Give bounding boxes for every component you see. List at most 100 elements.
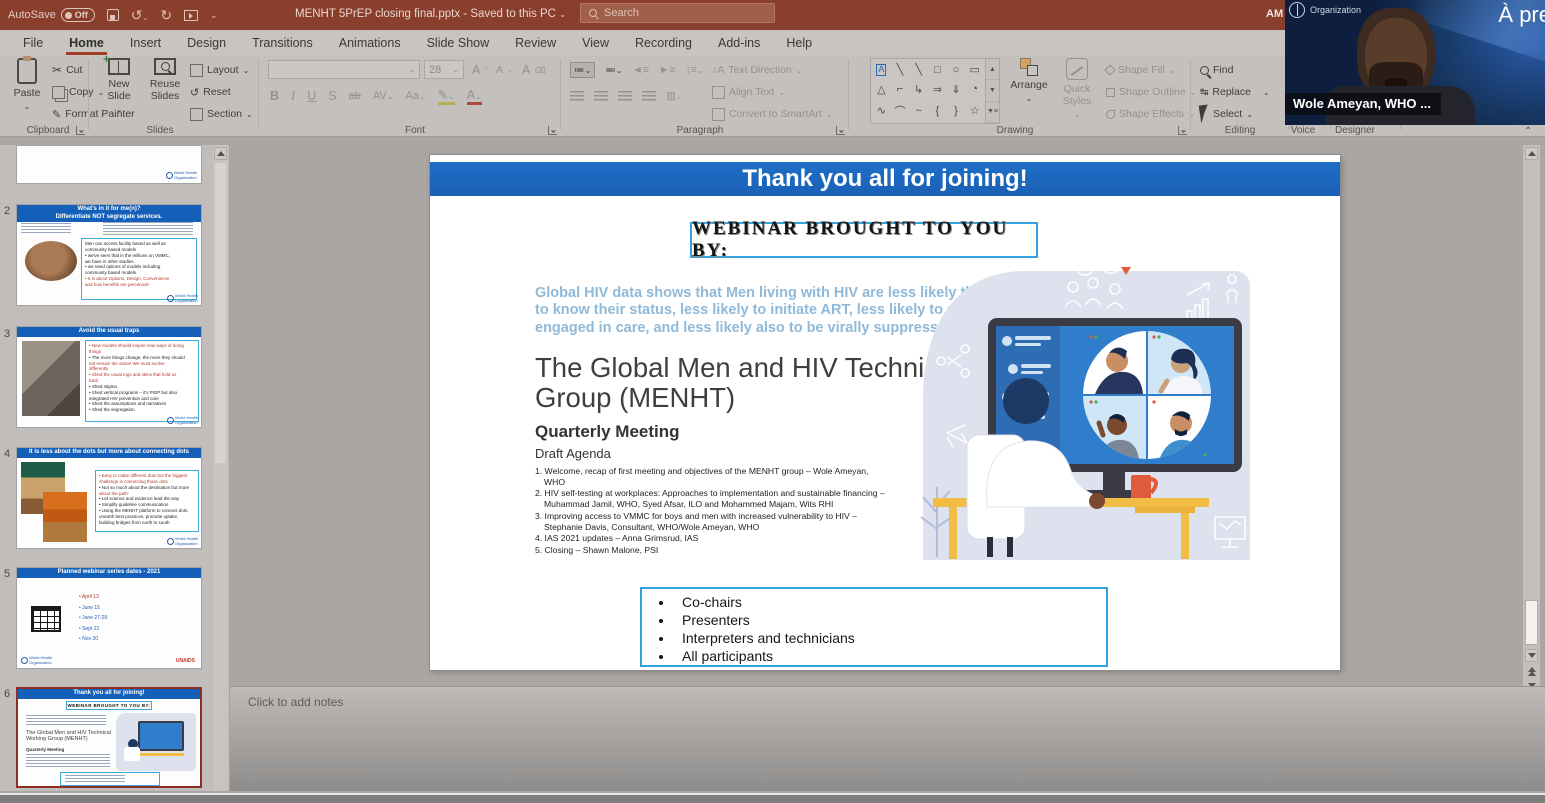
slide-number: 6 xyxy=(4,688,10,700)
save-icon[interactable] xyxy=(107,9,119,21)
change-case-button[interactable]: Aa⌄ xyxy=(405,90,425,102)
undo-icon[interactable]: ↺⌄ xyxy=(131,8,149,22)
shapes-gallery[interactable]: A ╲╲□○▭ △⌐↳⇒⇓◔ ∿⌒~{}☆ xyxy=(870,58,986,124)
customize-qat-chevron-icon[interactable]: ⌄ xyxy=(210,11,218,20)
align-right-button[interactable] xyxy=(618,91,632,102)
scroll-down-button[interactable] xyxy=(1525,649,1538,662)
font-name-combo[interactable]: ⌄ xyxy=(268,60,420,79)
align-left-button[interactable] xyxy=(570,91,584,102)
section-button[interactable]: Section⌄ xyxy=(190,104,253,124)
who-logo: World HealthOrganization xyxy=(167,415,198,425)
autosave-toggle[interactable]: AutoSave Off xyxy=(8,8,95,22)
ribbon-tab[interactable]: Recording xyxy=(622,31,705,55)
italic-button[interactable]: I xyxy=(291,89,295,104)
ribbon-tab[interactable]: File xyxy=(10,31,56,55)
font-size-combo[interactable]: 28⌄ xyxy=(424,60,464,79)
find-icon xyxy=(1200,66,1209,75)
redo-icon[interactable]: ↻ xyxy=(160,8,172,22)
previous-slide-button[interactable] xyxy=(1525,665,1538,678)
columns-button[interactable]: ▥⌄ xyxy=(666,90,683,102)
thanks-item: Co-chairs xyxy=(674,593,1106,611)
ribbon-tab[interactable]: Review xyxy=(502,31,569,55)
ribbon-tab[interactable]: Transitions xyxy=(239,31,326,55)
slide-subheading: Quarterly Meeting xyxy=(535,422,680,442)
select-button[interactable]: Select⌄ xyxy=(1200,104,1253,124)
scroll-up-button[interactable] xyxy=(1525,147,1538,160)
ribbon-tab[interactable]: Design xyxy=(174,31,239,55)
shape-effects-button[interactable]: Shape Effects⌄ xyxy=(1106,104,1195,124)
thanks-box[interactable]: Co-chairsPresentersInterpreters and tech… xyxy=(640,587,1108,667)
start-presentation-icon[interactable] xyxy=(184,10,198,21)
thumbnail-panel-scrollbar[interactable] xyxy=(213,145,228,791)
slide-thumbnail-5[interactable]: Planned webinar series dates - 2021 • Ap… xyxy=(16,567,202,669)
reuse-slides-button[interactable]: Reuse Slides xyxy=(142,58,188,124)
convert-smartart-button[interactable]: Convert to SmartArt⌄ xyxy=(712,104,832,124)
webinar-box[interactable]: Webinar brought to you by: xyxy=(690,222,1038,258)
highlight-color-button[interactable]: ✎⌄ xyxy=(438,87,455,105)
increase-indent-button[interactable]: ►≡ xyxy=(659,64,676,76)
new-slide-button[interactable]: + New Slide⌄ xyxy=(96,58,142,124)
slide-thumbnail-3[interactable]: Avoid the usual traps • New models shoul… xyxy=(16,326,202,428)
agenda-list[interactable]: 1. Welcome, recap of first meeting and o… xyxy=(535,466,887,557)
search-input[interactable]: Search xyxy=(580,3,775,23)
slide-editing-canvas[interactable]: Thank you all for joining! Webinar broug… xyxy=(430,155,1340,670)
shapes-gallery-scroll[interactable]: ▲▼▼≡ xyxy=(986,58,1000,124)
cut-button[interactable]: ✂Cut xyxy=(52,60,82,80)
scrollbar-thumb[interactable] xyxy=(1525,600,1538,645)
character-spacing-button[interactable]: AV⌄ xyxy=(373,90,394,102)
font-color-button[interactable]: A⌄ xyxy=(467,88,482,105)
editor-vertical-scrollbar[interactable] xyxy=(1523,145,1540,686)
calendar-icon xyxy=(31,606,61,632)
ribbon-tab[interactable]: Animations xyxy=(326,31,414,55)
text-direction-button[interactable]: ↕AText Direction⌄ xyxy=(712,60,803,80)
clipboard-dialog-launcher[interactable] xyxy=(76,126,85,135)
line-spacing-button[interactable]: ↕≡⌄ xyxy=(685,64,703,76)
slide-thumbnail-2[interactable]: What's in it for me(n)?Differentiate NOT… xyxy=(16,204,202,306)
reset-button[interactable]: ↺Reset xyxy=(190,82,231,102)
strikethrough-button[interactable]: ab xyxy=(349,90,361,102)
ribbon-tab[interactable]: Add-ins xyxy=(705,31,773,55)
align-center-button[interactable] xyxy=(594,91,608,102)
video-call-overlay[interactable]: Organization À pre Wole Ameyan, WHO ... xyxy=(1285,0,1545,125)
notes-placeholder[interactable]: Click to add notes xyxy=(248,695,343,709)
autosave-pill[interactable]: Off xyxy=(61,8,95,22)
paragraph-dialog-launcher[interactable] xyxy=(836,126,845,135)
bullets-button[interactable]: ≔⌄ xyxy=(570,62,595,78)
shadow-button[interactable]: S xyxy=(328,89,336,103)
bold-button[interactable]: B xyxy=(270,89,279,103)
slide-thumbnail-6-selected[interactable]: Thank you all for joining! Webinar broug… xyxy=(16,687,202,788)
justify-button[interactable] xyxy=(642,91,656,102)
ribbon-tab[interactable]: Slide Show xyxy=(414,31,503,55)
grow-font-button[interactable]: A^ xyxy=(472,60,488,80)
ribbon-tab[interactable]: Help xyxy=(773,31,825,55)
textbox-shape-icon[interactable]: A xyxy=(876,64,886,76)
underline-button[interactable]: U xyxy=(307,89,316,103)
micro-text xyxy=(26,715,106,727)
ribbon-tab[interactable]: View xyxy=(569,31,622,55)
numbering-button[interactable]: ≕⌄ xyxy=(605,64,622,76)
scrollbar-thumb[interactable] xyxy=(215,163,226,463)
font-dialog-launcher[interactable] xyxy=(548,126,557,135)
scroll-up-button[interactable] xyxy=(214,147,227,160)
quick-styles-button[interactable]: Quick Styles⌄ xyxy=(1054,58,1100,124)
align-text-button[interactable]: Align Text⌄ xyxy=(712,82,785,102)
notes-pane[interactable]: Click to add notes xyxy=(230,686,1545,791)
shrink-font-button[interactable]: A⌄ xyxy=(496,60,513,80)
arrange-button[interactable]: Arrange⌄ xyxy=(1006,58,1052,124)
paste-button[interactable]: Paste⌄ xyxy=(4,58,50,124)
clear-formatting-button[interactable]: A⌫ xyxy=(522,60,546,80)
slide-title-banner[interactable]: Thank you all for joining! xyxy=(430,162,1340,196)
shape-outline-button[interactable]: Shape Outline⌄ xyxy=(1106,82,1196,102)
collapse-ribbon-chevron-icon[interactable]: ⌃ xyxy=(1524,126,1532,137)
shape-fill-button[interactable]: Shape Fill⌄ xyxy=(1106,60,1175,80)
ribbon-tab[interactable]: Insert xyxy=(117,31,174,55)
slide-thumbnail-4[interactable]: It is less about the dots but more about… xyxy=(16,447,202,549)
slide-number: 2 xyxy=(4,205,10,217)
new-slide-icon: + xyxy=(108,58,130,75)
decrease-indent-button[interactable]: ◄≡ xyxy=(632,64,649,76)
layout-button[interactable]: Layout⌄ xyxy=(190,60,249,80)
account-initials-badge[interactable]: AM xyxy=(1266,8,1283,20)
slide-thumbnail-1[interactable]: World HealthOrganization xyxy=(16,145,202,184)
find-button[interactable]: Find xyxy=(1200,60,1233,80)
replace-button[interactable]: ↹Replace⌄ xyxy=(1200,82,1270,102)
